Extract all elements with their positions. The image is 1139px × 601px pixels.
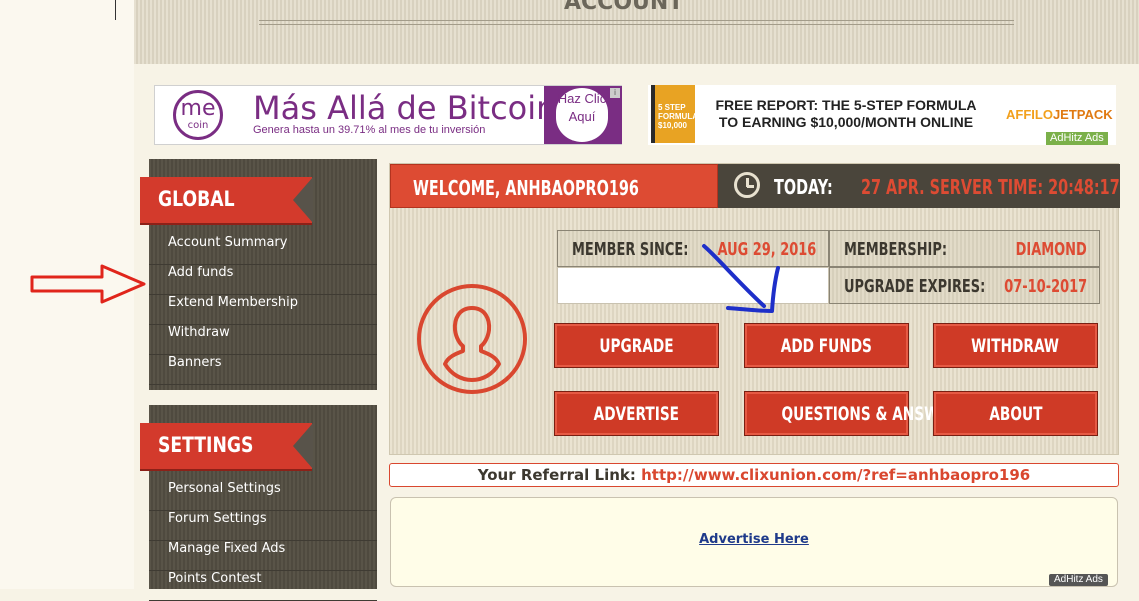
sidebar-item-personal-settings[interactable]: Personal Settings <box>149 481 377 511</box>
server-time: 27 APR. SERVER TIME: 20:48:17 <box>861 175 1120 199</box>
about-button[interactable]: ABOUT <box>933 391 1098 436</box>
mecoin-logo: me coin <box>173 90 223 140</box>
sidebar-item-points-contest[interactable]: Points Contest <box>149 571 377 601</box>
ad-box: Advertise Here <box>390 497 1118 587</box>
upgrade-button[interactable]: UPGRADE <box>554 323 719 368</box>
withdraw-button[interactable]: WITHDRAW <box>933 323 1098 368</box>
member-since-cell: MEMBER SINCE: AUG 29, 2016 <box>557 230 829 267</box>
add-funds-button[interactable]: ADD FUNDS <box>744 323 909 368</box>
membership-cell: MEMBERSHIP: DIAMOND <box>829 230 1100 267</box>
banner-ad-affilojetpack[interactable]: 5 STEP FORMULA $10,000 FREE REPORT: THE … <box>648 85 1116 145</box>
blue-arrow-annotation <box>702 244 780 313</box>
sidebar-settings: SETTINGS Personal Settings Forum Setting… <box>140 405 377 601</box>
sidebar-item-manage-fixed-ads[interactable]: Manage Fixed Ads <box>149 541 377 571</box>
banner-headline: FREE REPORT: THE 5-STEP FORMULA TO EARNI… <box>715 97 977 130</box>
referral-url[interactable]: http://www.clixunion.com/?ref=anhbaopro1… <box>641 466 1030 484</box>
ad-info-icon[interactable]: i <box>610 88 620 98</box>
advertise-here-link[interactable]: Advertise Here <box>391 532 1117 547</box>
sidebar-section-header: SETTINGS <box>140 423 313 469</box>
book-cover-image: 5 STEP FORMULA $10,000 <box>651 85 698 143</box>
clock-icon <box>734 172 760 198</box>
banner-cta-button[interactable]: Haz Clic Aquí i <box>544 86 622 144</box>
brand-logo: AFFILOJETPACK <box>1006 107 1113 122</box>
header-band: ACCOUNT <box>134 0 1139 64</box>
questions-answers-button[interactable]: QUESTIONS & ANSWERS <box>744 391 969 436</box>
banner-subtitle: Genera hasta un 39.71% al mes de tu inve… <box>253 124 486 136</box>
banner-cta-label: Haz Clic Aquí <box>556 88 608 142</box>
avatar-icon <box>417 284 527 394</box>
server-time-bar: TODAY: 27 APR. SERVER TIME: 20:48:17 <box>718 164 1120 208</box>
adhitz-badge[interactable]: AdHitz Ads <box>1049 574 1108 586</box>
sidebar-item-forum-settings[interactable]: Forum Settings <box>149 511 377 541</box>
sidebar-menu-global: Account Summary Add funds Extend Members… <box>149 235 377 385</box>
sidebar-menu-settings: Personal Settings Forum Settings Manage … <box>149 481 377 601</box>
sidebar-item-account-summary[interactable]: Account Summary <box>149 235 377 265</box>
referral-label: Your Referral Link: <box>477 466 636 484</box>
sidebar-item-banners[interactable]: Banners <box>149 355 377 385</box>
banner-title: Más Allá de Bitcoin <box>253 89 557 127</box>
welcome-bar: WELCOME, ANHBAOPRO196 <box>390 164 718 208</box>
sidebar-section-header: GLOBAL <box>140 177 313 223</box>
banner-ad-mecoin[interactable]: me coin Más Allá de Bitcoin Genera hasta… <box>154 85 622 145</box>
sidebar-item-add-funds[interactable]: Add funds <box>149 265 377 295</box>
sidebar-item-withdraw[interactable]: Withdraw <box>149 325 377 355</box>
today-label: TODAY: <box>774 175 833 199</box>
upgrade-expires-cell: UPGRADE EXPIRES: 07-10-2017 <box>829 267 1100 304</box>
referral-link-bar: Your Referral Link: http://www.clixunion… <box>389 463 1119 487</box>
sidebar-global: GLOBAL Account Summary Add funds Extend … <box>140 159 377 390</box>
advertise-button[interactable]: ADVERTISE <box>554 391 719 436</box>
sidebar-item-extend-membership[interactable]: Extend Membership <box>149 295 377 325</box>
red-arrow-annotation <box>30 264 146 304</box>
adhitz-badge[interactable]: AdHitz Ads <box>1046 132 1108 145</box>
member-info-table: MEMBER SINCE: AUG 29, 2016 MEMBERSHIP: D… <box>557 230 1100 306</box>
blank-cell <box>557 267 829 304</box>
header-title: ACCOUNT <box>564 0 684 15</box>
